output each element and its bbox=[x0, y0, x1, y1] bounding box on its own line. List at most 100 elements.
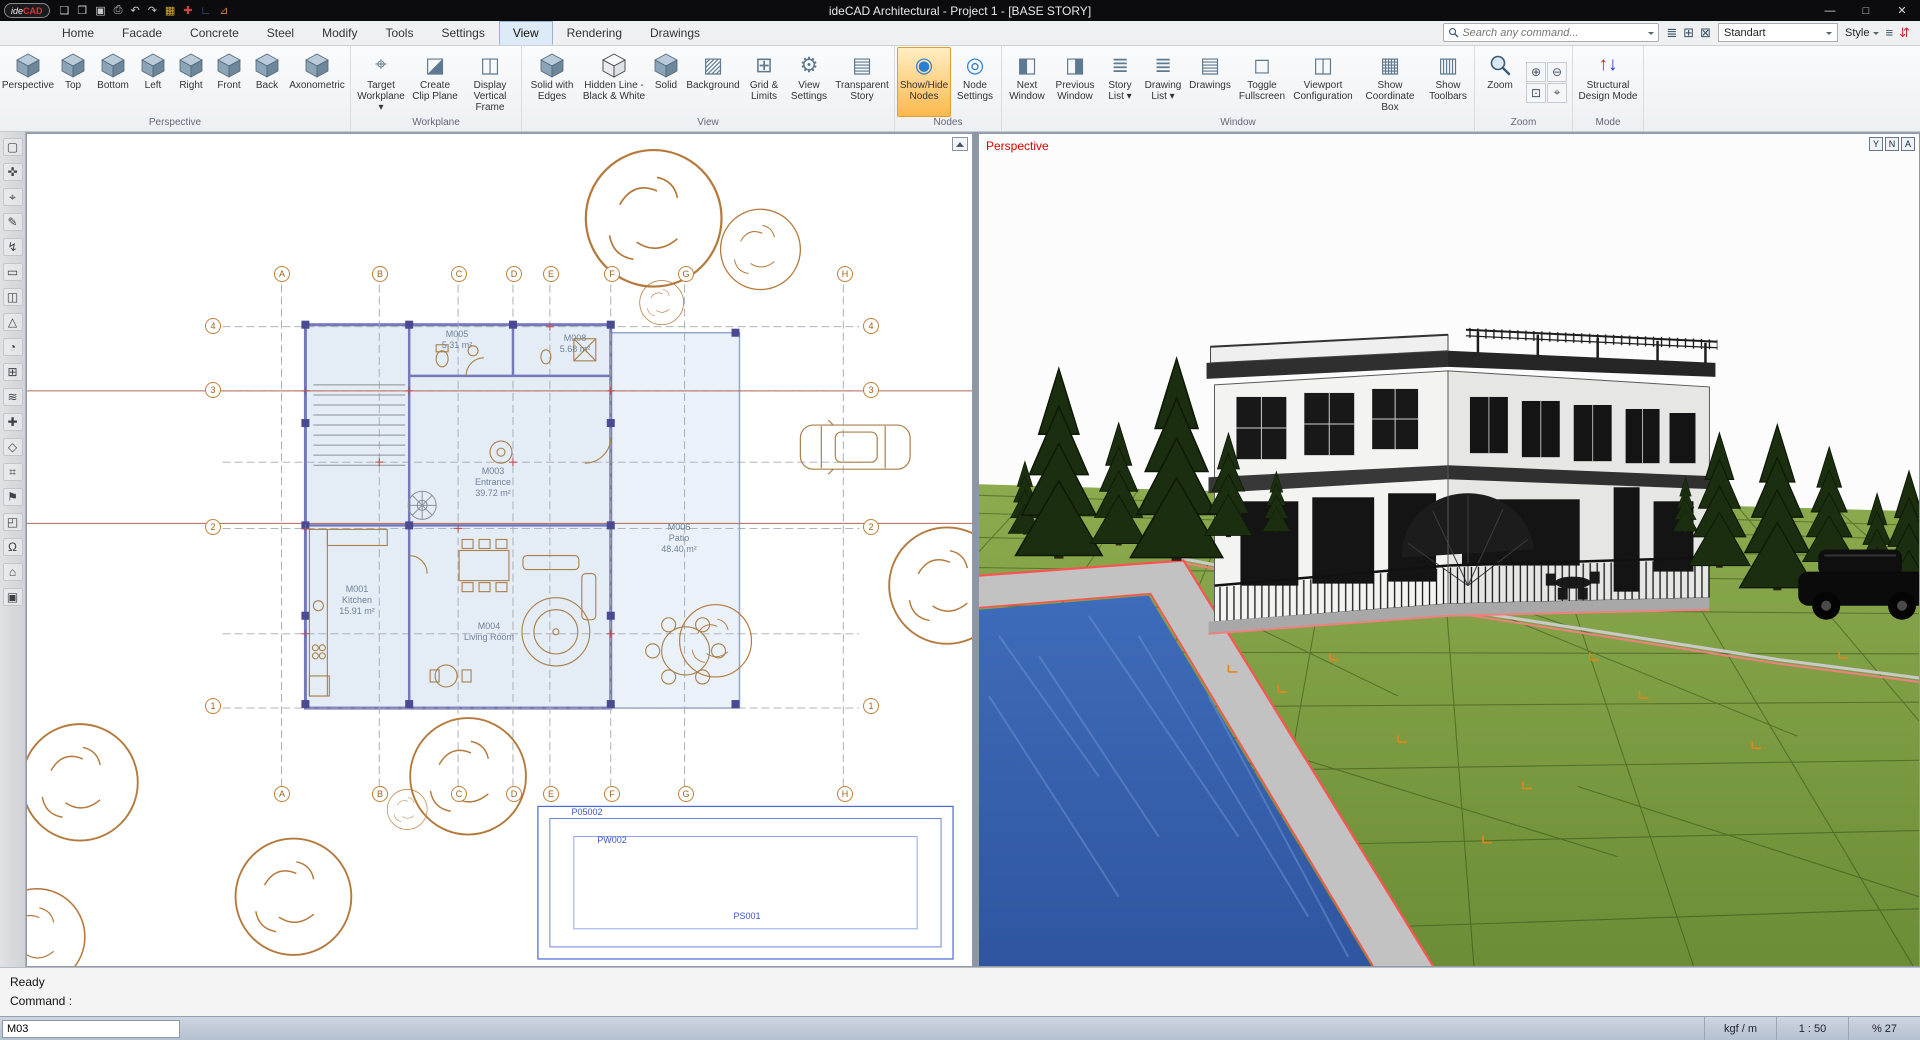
zoom-window-button[interactable]: ⌖ bbox=[1547, 83, 1567, 103]
front-view-button[interactable]: Front bbox=[210, 47, 248, 117]
perspective-view-button[interactable]: Perspective bbox=[2, 47, 54, 117]
close-window-icon[interactable]: ⊠ bbox=[1700, 25, 1711, 41]
view-settings-button[interactable]: ⚙View Settings bbox=[786, 47, 832, 117]
drawings-button[interactable]: ▤Drawings bbox=[1186, 47, 1234, 117]
tab-rendering[interactable]: Rendering bbox=[553, 21, 636, 45]
add-node-icon[interactable]: ✚ bbox=[3, 413, 23, 431]
polyline-tool-icon[interactable]: ↯ bbox=[3, 238, 23, 256]
grid-limits-button[interactable]: ⊞Grid & Limits bbox=[742, 47, 786, 117]
new-file-icon[interactable]: ❏ bbox=[56, 4, 74, 17]
zoom-button[interactable]: Zoom bbox=[1477, 47, 1523, 117]
zoom-percent-indicator[interactable]: % 27 bbox=[1848, 1017, 1920, 1040]
viewport-control-n[interactable]: N bbox=[1885, 137, 1899, 151]
snap-target-icon[interactable]: ⌖ bbox=[3, 188, 23, 206]
ribbon-group-window: ◧Next Window◨Previous Window≣Story List … bbox=[1002, 46, 1475, 131]
close-button[interactable]: ✕ bbox=[1884, 0, 1920, 21]
back-view-button[interactable]: Back bbox=[248, 47, 286, 117]
top-view-button[interactable]: Top bbox=[54, 47, 92, 117]
display-vertical-frame-button[interactable]: ◫Display Vertical Frame bbox=[461, 47, 519, 117]
show-coordinate-box-button[interactable]: ▦Show Coordinate Box bbox=[1356, 47, 1424, 117]
perspective-viewport[interactable]: Perspective YNA bbox=[978, 133, 1920, 967]
right-view-button[interactable]: Right bbox=[172, 47, 210, 117]
tab-facade[interactable]: Facade bbox=[108, 21, 176, 45]
zoom-in-button[interactable]: ⊕ bbox=[1526, 62, 1546, 82]
previous-window-button[interactable]: ◨Previous Window bbox=[1050, 47, 1100, 117]
selection-tool-icon[interactable]: ▢ bbox=[3, 138, 23, 156]
element-name-field[interactable] bbox=[2, 1020, 180, 1038]
dimension-tool-icon[interactable]: ⌗ bbox=[3, 463, 23, 481]
viewport-configuration-button[interactable]: ◫Viewport Configuration bbox=[1290, 47, 1356, 117]
solid-button[interactable]: Solid bbox=[648, 47, 684, 117]
target-workplane-button[interactable]: ⌖Target Workplane ▾ bbox=[353, 47, 409, 117]
viewport-control-y[interactable]: Y bbox=[1869, 137, 1883, 151]
solid-with-edges-button[interactable]: Solid with Edges bbox=[524, 47, 580, 117]
tile-windows-icon[interactable]: ⊞ bbox=[1683, 25, 1694, 41]
sketch-tool-icon[interactable]: ✎ bbox=[3, 213, 23, 231]
save-icon[interactable]: ▣ bbox=[91, 4, 109, 17]
arc-tool-icon[interactable]: ◔ bbox=[3, 338, 23, 356]
plan-scroll-up-button[interactable] bbox=[952, 137, 968, 151]
omega-profile-icon[interactable]: Ω bbox=[3, 538, 23, 556]
story-list-button[interactable]: ≣Story List ▾ bbox=[1100, 47, 1140, 117]
measure-icon[interactable]: ✚ bbox=[179, 4, 196, 17]
next-window-button[interactable]: ◧Next Window bbox=[1004, 47, 1050, 117]
snap-grid-icon[interactable]: ▦ bbox=[161, 4, 179, 17]
diamond-tool-icon[interactable]: ◇ bbox=[3, 438, 23, 456]
hatch-tool-icon[interactable]: ≋ bbox=[3, 388, 23, 406]
flag-marker-icon[interactable]: ⚑ bbox=[3, 488, 23, 506]
redo-icon[interactable]: ↷ bbox=[144, 4, 161, 17]
search-dropdown-icon[interactable] bbox=[1648, 32, 1654, 38]
print-icon[interactable]: ⎙ bbox=[110, 4, 127, 17]
tab-tools[interactable]: Tools bbox=[371, 21, 427, 45]
tab-view[interactable]: View bbox=[499, 21, 553, 45]
open-file-icon[interactable]: ❐ bbox=[73, 4, 91, 17]
zoom-out-button[interactable]: ⊖ bbox=[1547, 62, 1567, 82]
maximize-button[interactable]: □ bbox=[1848, 0, 1884, 21]
undo-icon[interactable]: ↶ bbox=[126, 4, 143, 17]
minimize-button[interactable]: — bbox=[1812, 0, 1848, 21]
show-toolbars-button[interactable]: ▥Show Toolbars bbox=[1424, 47, 1472, 117]
tab-steel[interactable]: Steel bbox=[253, 21, 308, 45]
fill-region-icon[interactable]: ▣ bbox=[3, 588, 23, 606]
tab-home[interactable]: Home bbox=[48, 21, 108, 45]
corner-tool-icon[interactable]: ◰ bbox=[3, 513, 23, 531]
command-prompt[interactable]: Command : bbox=[10, 992, 1910, 1011]
tab-modify[interactable]: Modify bbox=[308, 21, 371, 45]
transparent-story-button[interactable]: ▤Transparent Story bbox=[832, 47, 892, 117]
triangle-tool-icon[interactable]: △ bbox=[3, 313, 23, 331]
story-panel-icon[interactable]: ≣ bbox=[1666, 25, 1677, 41]
axonometric-view-button[interactable]: Axonometric bbox=[286, 47, 348, 117]
toolbar-menu-icon[interactable]: ≡ bbox=[1886, 25, 1894, 41]
structural-design-mode-button[interactable]: ↑↓Structural Design Mode bbox=[1575, 47, 1641, 117]
grid-tool-icon[interactable]: ⊞ bbox=[3, 363, 23, 381]
floor-plan-canvas[interactable] bbox=[27, 134, 972, 966]
home-tool-icon[interactable]: ⌂ bbox=[3, 563, 23, 581]
background-button[interactable]: ▨Background bbox=[684, 47, 742, 117]
plan-viewport[interactable]: AABBCCDDEEFFGGHH44332211M0055.31 m²M0085… bbox=[26, 133, 973, 967]
search-input[interactable] bbox=[1462, 27, 1645, 39]
bottom-view-button[interactable]: Bottom bbox=[92, 47, 134, 117]
show-hide-nodes-button[interactable]: ◉Show/Hide Nodes bbox=[897, 47, 951, 117]
3d-view-canvas[interactable] bbox=[979, 134, 1919, 966]
viewport-control-a[interactable]: A bbox=[1901, 137, 1915, 151]
hidden-line-button[interactable]: Hidden Line - Black & White bbox=[580, 47, 648, 117]
tab-concrete[interactable]: Concrete bbox=[176, 21, 253, 45]
move-tool-icon[interactable]: ✜ bbox=[3, 163, 23, 181]
node-display-icon[interactable]: ⊿ bbox=[215, 4, 232, 17]
wall-tool-icon[interactable]: ◫ bbox=[3, 288, 23, 306]
toggle-fullscreen-button[interactable]: ◻Toggle Fullscreen bbox=[1234, 47, 1290, 117]
command-search-box[interactable] bbox=[1443, 23, 1659, 42]
tab-drawings[interactable]: Drawings bbox=[636, 21, 714, 45]
create-clip-plane-button[interactable]: ◪Create Clip Plane bbox=[409, 47, 461, 117]
axis-icon[interactable]: ∟ bbox=[197, 5, 216, 17]
style-dropdown[interactable]: Style bbox=[1845, 27, 1878, 39]
standart-combo[interactable]: Standart bbox=[1718, 23, 1838, 42]
zoom-extents-button[interactable]: ⊡ bbox=[1526, 83, 1546, 103]
refresh-icon[interactable]: ⇵ bbox=[1899, 25, 1910, 41]
rectangle-tool-icon[interactable]: ▭ bbox=[3, 263, 23, 281]
tab-settings[interactable]: Settings bbox=[427, 21, 498, 45]
drawing-list-button[interactable]: ≣Drawing List ▾ bbox=[1140, 47, 1186, 117]
left-view-button[interactable]: Left bbox=[134, 47, 172, 117]
node-settings-button[interactable]: ◎Node Settings bbox=[951, 47, 999, 117]
scale-indicator[interactable]: 1 : 50 bbox=[1776, 1017, 1848, 1040]
